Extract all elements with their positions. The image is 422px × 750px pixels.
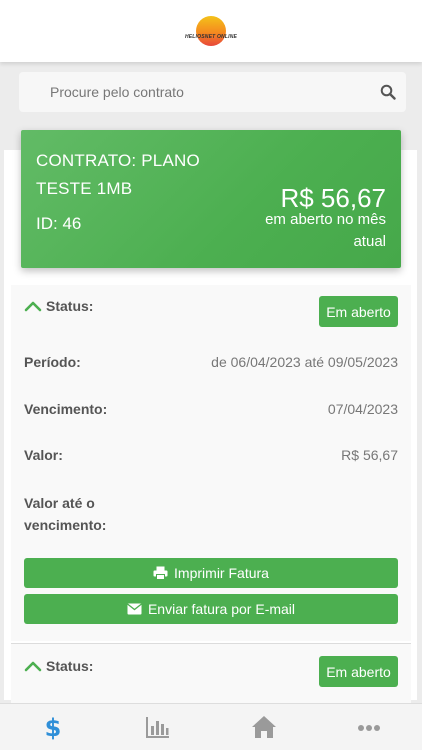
contract-search-bar <box>19 72 406 112</box>
due-date-value: 07/04/2023 <box>327 401 398 417</box>
invoice-status-toggle[interactable]: Status: <box>24 658 93 674</box>
chevron-up-icon <box>24 661 42 672</box>
search-icon[interactable] <box>380 84 396 100</box>
due-date-label: Vencimento: <box>24 401 108 417</box>
period-value: de 06/04/2023 até 09/05/2023 <box>211 354 398 370</box>
envelope-icon <box>127 603 142 615</box>
more-icon <box>358 725 381 731</box>
email-invoice-button[interactable]: Enviar fatura por E-mail <box>24 594 398 624</box>
print-invoice-button[interactable]: Imprimir Fatura <box>24 558 398 588</box>
status-badge: Em aberto <box>319 296 398 327</box>
value-label: Valor: <box>24 447 63 463</box>
app-logo: HELIOSNET ONLINE <box>180 16 242 46</box>
value-amount: R$ 56,67 <box>341 447 398 463</box>
chevron-up-icon <box>24 301 42 312</box>
email-invoice-label: Enviar fatura por E-mail <box>147 601 296 617</box>
app-header: HELIOSNET ONLINE <box>0 0 422 62</box>
nav-item-finance[interactable]: $ <box>23 707 83 747</box>
contract-search-input[interactable] <box>19 72 359 112</box>
bar-chart-icon <box>146 717 170 738</box>
svg-text:$: $ <box>44 714 61 740</box>
invoice-details: Status: Em aberto <box>11 643 411 703</box>
status-label: Status: <box>46 298 94 314</box>
status-badge: Em aberto <box>319 656 398 687</box>
contract-summary[interactable]: CONTRATO: PLANO TESTE 1MB ID: 46 R$ 56,6… <box>21 130 401 268</box>
logo-text: HELIOSNET ONLINE <box>184 34 238 40</box>
contract-title: CONTRATO: PLANO TESTE 1MB <box>36 151 200 198</box>
print-invoice-label: Imprimir Fatura <box>174 565 269 581</box>
bottom-navigation: $ <box>0 703 422 750</box>
invoice-status-toggle[interactable]: Status: <box>24 298 93 314</box>
nav-item-usage[interactable] <box>128 707 188 747</box>
nav-item-more[interactable] <box>339 707 399 747</box>
logo-sun-icon <box>196 16 226 46</box>
value-until-due-label: Valor até o vencimento: <box>24 495 107 533</box>
home-icon <box>251 716 276 738</box>
invoice-details: Status: Em aberto Período: de 06/04/2023… <box>11 285 411 641</box>
status-label: Status: <box>46 658 94 674</box>
printer-icon <box>153 566 168 580</box>
dollar-icon: $ <box>44 714 61 740</box>
contract-id: ID: 46 <box>36 214 82 233</box>
period-label: Período: <box>24 354 81 370</box>
contract-amount-note: em aberto no mês atual <box>265 211 386 250</box>
nav-item-home[interactable] <box>234 707 294 747</box>
